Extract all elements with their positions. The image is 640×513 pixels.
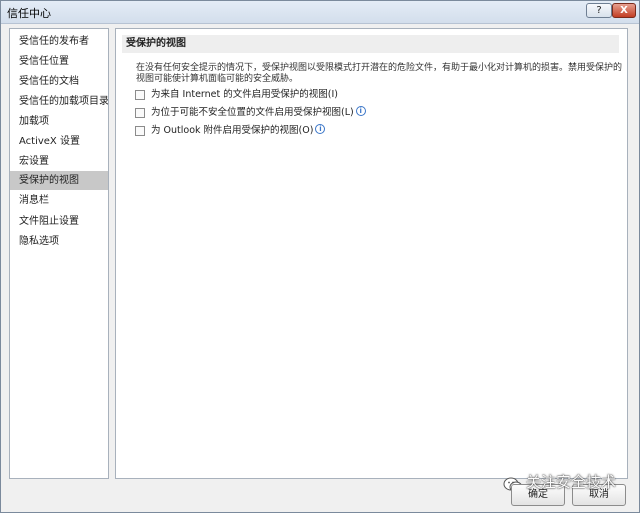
title-bar: 信任中心 ? X: [1, 1, 639, 24]
checkbox[interactable]: [135, 108, 145, 118]
sidebar-item-trusted-addin-catalogs[interactable]: 受信任的加载项目录: [10, 92, 108, 111]
sidebar-item-message-bar[interactable]: 消息栏: [10, 191, 108, 210]
option-label-wrap: 为 Outlook 附件启用受保护的视图(O) i: [151, 124, 326, 138]
checkbox[interactable]: [135, 126, 145, 136]
sidebar-item-trusted-documents[interactable]: 受信任的文档: [10, 72, 108, 91]
option-label: 为 Outlook 附件启用受保护的视图(O): [151, 125, 314, 136]
sidebar-item-trusted-locations[interactable]: 受信任位置: [10, 52, 108, 71]
info-icon[interactable]: i: [315, 124, 326, 134]
sidebar-item-protected-view[interactable]: 受保护的视图: [10, 171, 108, 190]
option-label-wrap: 为位于可能不安全位置的文件启用受保护视图(L) i: [151, 106, 366, 120]
window-title: 信任中心: [7, 7, 51, 20]
sidebar-item-privacy-options[interactable]: 隐私选项: [10, 232, 108, 251]
watermark-text: 关注安全技术: [526, 473, 617, 491]
sidebar-item-macro-settings[interactable]: 宏设置: [10, 152, 108, 171]
checkbox[interactable]: [135, 90, 145, 100]
close-button[interactable]: X: [612, 3, 636, 18]
sidebar-item-activex-settings[interactable]: ActiveX 设置: [10, 132, 108, 151]
sidebar-item-file-block-settings[interactable]: 文件阻止设置: [10, 212, 108, 231]
info-icon[interactable]: i: [355, 106, 366, 116]
section-title: 受保护的视图: [122, 35, 619, 53]
option-label: 为位于可能不安全位置的文件启用受保护视图(L): [151, 107, 354, 118]
protected-view-description: 在没有任何安全提示的情况下，受保护视图以受限模式打开潜在的危险文件，有助于最小化…: [136, 63, 623, 84]
help-button[interactable]: ?: [586, 3, 612, 18]
sidebar: 受信任的发布者 受信任位置 受信任的文档 受信任的加载项目录 加载项 Activ…: [9, 28, 109, 479]
option-label: 为来自 Internet 的文件启用受保护的视图(I): [151, 89, 338, 100]
trust-center-dialog: 信任中心 ? X 受信任的发布者 受信任位置 受信任的文档 受信任的加载项目录 …: [0, 0, 640, 513]
main-panel: 受保护的视图 在没有任何安全提示的情况下，受保护视图以受限模式打开潜在的危险文件…: [115, 28, 628, 479]
sidebar-item-addins[interactable]: 加载项: [10, 112, 108, 131]
sidebar-item-trusted-publishers[interactable]: 受信任的发布者: [10, 32, 108, 51]
